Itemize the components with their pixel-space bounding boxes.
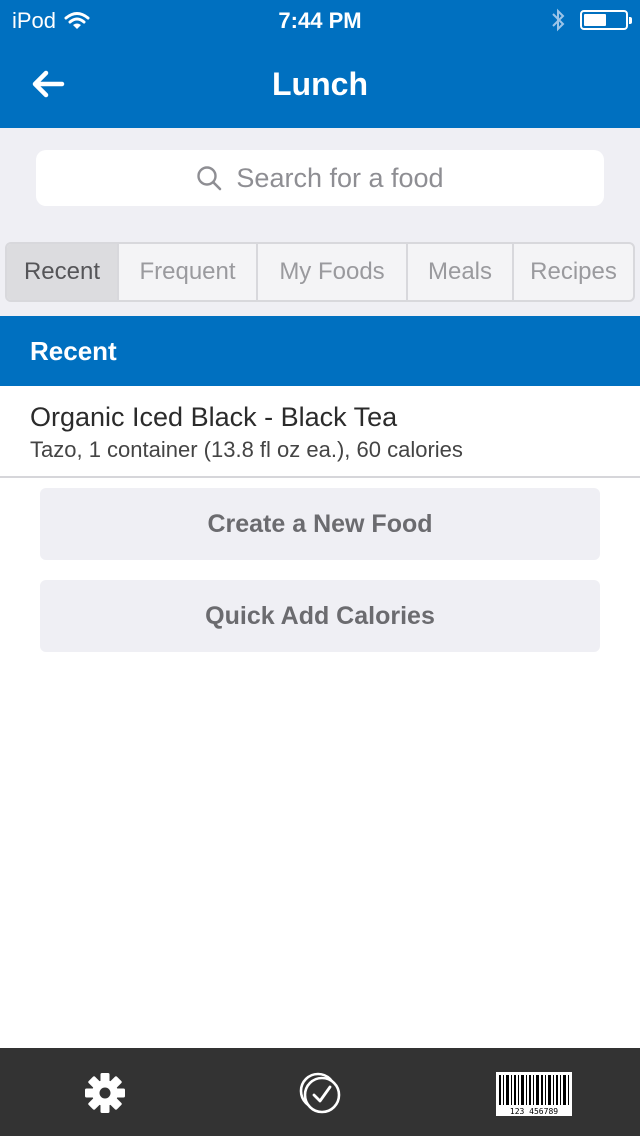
food-name: Organic Iced Black - Black Tea: [30, 402, 398, 432]
section-title: Recent: [30, 335, 117, 366]
check-circle-icon[interactable]: [297, 1070, 343, 1116]
search-icon: [197, 166, 222, 191]
list-item[interactable]: Organic Iced Black - Black Tea Tazo, 1 c…: [0, 386, 640, 478]
gear-icon[interactable]: [82, 1070, 128, 1116]
bluetooth-icon: [552, 8, 565, 32]
tab-frequent[interactable]: Frequent: [119, 244, 258, 300]
battery-fill: [584, 14, 606, 26]
barcode-digits: 123 456789: [510, 1107, 558, 1116]
food-description: Tazo, 1 container (13.8 fl oz ea.), 60 c…: [30, 437, 463, 462]
barcode-icon[interactable]: 123 456789: [496, 1072, 572, 1116]
tab-recent[interactable]: Recent: [7, 244, 119, 300]
create-new-food-button[interactable]: Create a New Food: [40, 488, 600, 560]
page-title: Lunch: [272, 66, 368, 102]
food-tabs: Recent Frequent My Foods Meals Recipes: [5, 242, 635, 302]
bottom-toolbar: 123 456789: [0, 1048, 640, 1136]
tab-my-foods[interactable]: My Foods: [258, 244, 408, 300]
search-placeholder: Search for a food: [236, 162, 444, 193]
quick-add-calories-button[interactable]: Quick Add Calories: [40, 580, 600, 652]
tab-meals[interactable]: Meals: [408, 244, 514, 300]
status-time: 7:44 PM: [278, 8, 362, 33]
search-area: Search for a food Recent Frequent My Foo…: [0, 128, 640, 316]
battery-nub: [629, 17, 632, 24]
header: iPod 7:44 PM Lunch: [0, 0, 640, 128]
status-bar: iPod 7:44 PM: [0, 0, 640, 40]
search-input[interactable]: Search for a food: [36, 150, 604, 206]
battery-icon: [580, 10, 632, 30]
section-header: Recent: [0, 316, 640, 386]
tab-recipes[interactable]: Recipes: [514, 244, 633, 300]
